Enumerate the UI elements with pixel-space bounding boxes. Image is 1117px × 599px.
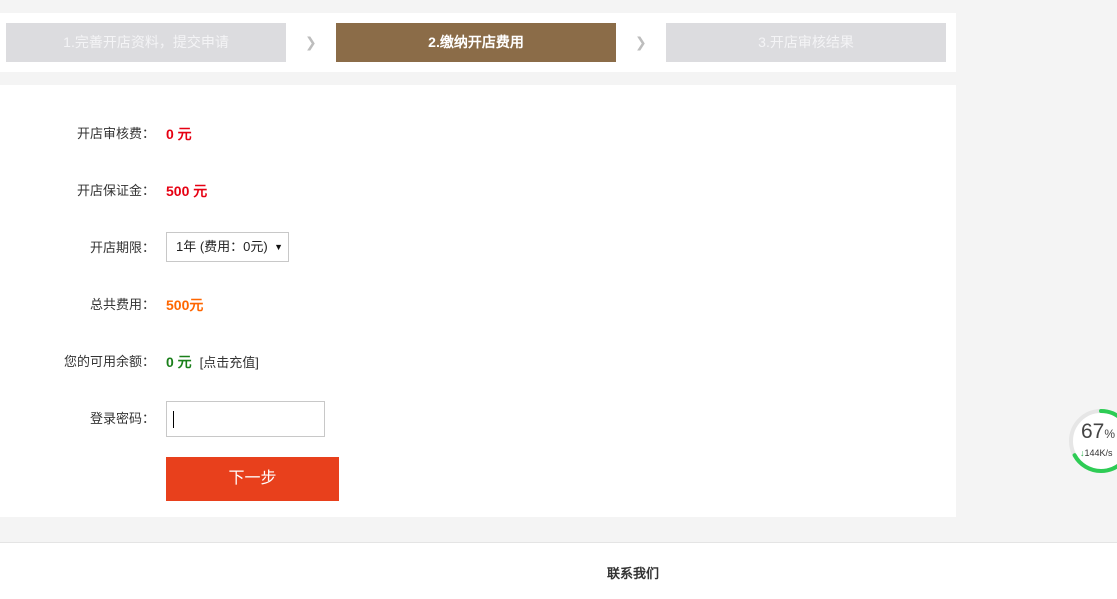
contact-us-link[interactable]: 联系我们 bbox=[607, 563, 659, 582]
deposit-value: 500 元 bbox=[166, 183, 208, 199]
step-arrow-icon: ❯ bbox=[635, 34, 647, 50]
balance-value-wrap: 0 元 [点击充值] bbox=[166, 350, 259, 375]
text-cursor bbox=[173, 411, 174, 428]
audit-fee-value: 0 元 bbox=[166, 126, 192, 142]
dropdown-caret-icon: ▼ bbox=[274, 242, 283, 252]
recharge-link[interactable]: [点击充值] bbox=[200, 355, 259, 370]
step-3: 3.开店审核结果 bbox=[666, 23, 946, 62]
password-input[interactable] bbox=[166, 401, 325, 437]
balance-label: 您的可用余额： bbox=[63, 354, 155, 369]
next-step-button[interactable]: 下一步 bbox=[166, 457, 339, 501]
network-speed-widget[interactable]: 67% ↓144K/s bbox=[1068, 408, 1117, 474]
payment-form-panel: 开店审核费： 0 元 开店保证金： 500 元 开店期限： 1年 (费用：0元)… bbox=[0, 85, 956, 517]
speed-percent: 67% bbox=[1081, 420, 1116, 443]
period-selected-value: 1年 (费用：0元) bbox=[176, 239, 268, 254]
period-select[interactable]: 1年 (费用：0元) ▼ bbox=[166, 232, 289, 262]
step-arrow-icon: ❯ bbox=[305, 34, 317, 50]
balance-value: 0 元 bbox=[166, 354, 192, 370]
audit-fee-label: 开店审核费： bbox=[76, 126, 155, 141]
total-label: 总共费用： bbox=[89, 297, 155, 312]
period-label: 开店期限： bbox=[89, 240, 155, 255]
password-label: 登录密码： bbox=[89, 411, 155, 426]
footer: 联系我们 bbox=[0, 542, 1117, 599]
speed-rate: ↓144K/s bbox=[1080, 448, 1113, 458]
deposit-label: 开店保证金： bbox=[76, 183, 155, 198]
total-value: 500元 bbox=[166, 297, 204, 313]
step-progress-bar: 1.完善开店资料，提交申请 ❯ 2.缴纳开店费用 ❯ 3.开店审核结果 bbox=[0, 13, 956, 72]
step-1: 1.完善开店资料，提交申请 bbox=[6, 23, 286, 62]
step-2-active: 2.缴纳开店费用 bbox=[336, 23, 616, 62]
